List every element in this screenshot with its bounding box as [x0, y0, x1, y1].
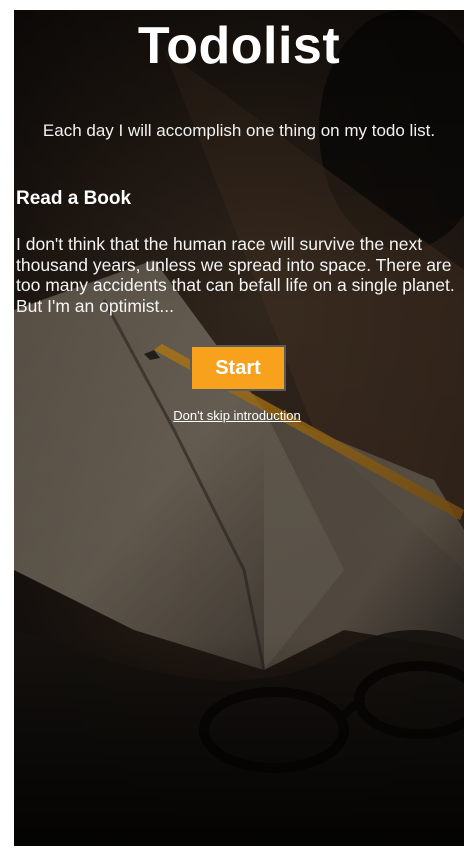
intro-content: Todolist Each day I will accomplish one …: [14, 10, 464, 846]
app-title: Todolist: [137, 17, 341, 75]
task-title: Read a Book: [16, 188, 132, 209]
dont-skip-intro-link[interactable]: Don't skip introduction: [14, 408, 460, 423]
tagline-text: Each day I will accomplish one thing on …: [42, 121, 436, 140]
start-button[interactable]: Start: [190, 345, 286, 391]
task-excerpt: I don't think that the human race will s…: [16, 234, 455, 316]
app-screen: Todolist Each day I will accomplish one …: [14, 10, 464, 846]
